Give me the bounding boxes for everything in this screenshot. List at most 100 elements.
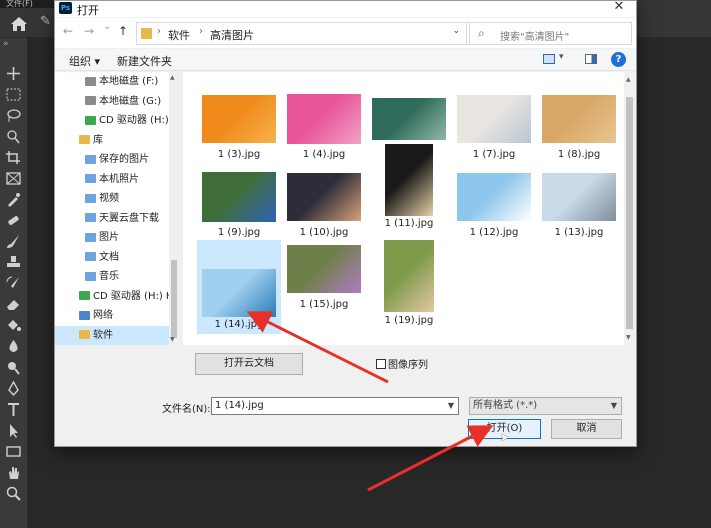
path-selection-tool-icon[interactable] xyxy=(5,423,22,438)
checkbox-box[interactable] xyxy=(376,359,386,369)
sidebar-item[interactable]: 库 xyxy=(55,131,169,150)
pictures-icon xyxy=(85,232,96,242)
lasso-tool-icon[interactable] xyxy=(5,108,22,123)
sidebar-item-label: 图片 xyxy=(99,232,119,243)
sidebar-item[interactable]: 保存的图片 xyxy=(55,150,169,169)
dodge-tool-icon[interactable] xyxy=(5,360,22,375)
sidebar-item-label: 网络 xyxy=(93,310,113,321)
address-bar[interactable]: › 软件 › 高清图片 ⌄ xyxy=(136,22,467,45)
dialog-title: 打开 xyxy=(77,4,99,17)
sidebar-item-label: 本地磁盘 (F:) xyxy=(99,76,159,87)
new-folder-button[interactable]: 新建文件夹 xyxy=(117,53,172,69)
paint-bucket-tool-icon[interactable] xyxy=(5,318,22,333)
file-thumbnail xyxy=(372,98,446,140)
sidebar-item[interactable]: 本地磁盘 (F:) xyxy=(55,72,169,91)
sidebar-item[interactable]: 图片 xyxy=(55,228,169,247)
back-icon[interactable]: ← xyxy=(63,24,73,38)
breadcrumb-item[interactable]: 软件 xyxy=(168,27,190,43)
sidebar-item[interactable]: 软件 xyxy=(55,325,169,345)
help-icon[interactable]: ? xyxy=(611,52,626,67)
filename-value: 1 (14).jpg xyxy=(215,400,264,411)
preview-pane-icon[interactable] xyxy=(585,54,597,64)
quick-select-tool-icon[interactable] xyxy=(5,129,22,144)
file-name: 1 (12).jpg xyxy=(469,227,519,238)
organize-menu[interactable]: 组织 ▾ xyxy=(69,53,100,69)
sidebar-item-label: 软件 xyxy=(93,329,113,341)
file-item[interactable]: 1 (13).jpg xyxy=(537,168,621,252)
eraser-tool-icon[interactable] xyxy=(5,297,22,312)
collapse-toolbar-icon[interactable]: » xyxy=(3,39,9,49)
view-options-dropdown-icon[interactable]: ▾ xyxy=(559,52,564,62)
sidebar-item[interactable]: CD 驱动器 (H:) H xyxy=(55,287,169,306)
brush-tool-icon[interactable] xyxy=(5,234,22,249)
file-item[interactable]: 1 (7).jpg xyxy=(452,90,536,174)
image-sequence-checkbox[interactable]: 图像序列 xyxy=(376,356,428,371)
file-name: 1 (3).jpg xyxy=(217,149,261,160)
sidebar-item[interactable]: 音乐 xyxy=(55,267,169,286)
zoom-tool-icon[interactable] xyxy=(5,486,22,501)
drive-icon xyxy=(85,96,96,105)
drive-icon xyxy=(85,76,96,86)
file-thumbnail xyxy=(202,95,276,143)
scrollbar-thumb[interactable] xyxy=(171,260,177,338)
chevron-down-icon[interactable]: ⌄ xyxy=(452,26,460,36)
scroll-down-icon[interactable]: ▼ xyxy=(170,336,175,343)
eyedropper-tool-icon[interactable] xyxy=(5,192,22,207)
frame-tool-icon[interactable] xyxy=(5,171,22,186)
close-icon[interactable]: ✕ xyxy=(602,0,636,17)
sidebar-item[interactable]: 文档 xyxy=(55,248,169,267)
recent-locations-dropdown-icon[interactable]: ⌄ xyxy=(103,21,111,32)
file-thumbnail xyxy=(542,95,616,143)
history-brush-tool-icon[interactable] xyxy=(5,276,22,291)
filename-input[interactable]: 1 (14).jpg ▼ xyxy=(211,397,459,415)
file-thumbnail xyxy=(385,144,433,216)
file-item[interactable]: 1 (12).jpg xyxy=(452,168,536,252)
file-item[interactable]: 1 (19).jpg xyxy=(367,240,451,326)
sidebar-item[interactable]: 网络 xyxy=(55,306,169,325)
file-list-scrollbar[interactable]: ▲ ▼ xyxy=(624,72,636,345)
sidebar-item[interactable]: CD 驱动器 (H:) xyxy=(55,111,169,130)
file-item[interactable]: 1 (3).jpg xyxy=(197,90,281,174)
move-tool-icon[interactable] xyxy=(5,66,22,81)
scrollbar-thumb[interactable] xyxy=(626,97,633,329)
marquee-tool-icon[interactable] xyxy=(5,87,22,102)
sidebar-item[interactable]: 本地磁盘 (G:) xyxy=(55,92,169,111)
file-type-filter[interactable]: 所有格式 (*.*) ▼ xyxy=(469,397,622,415)
music-icon xyxy=(85,271,96,281)
file-item[interactable]: 1 (15).jpg xyxy=(282,240,366,324)
scroll-up-icon[interactable]: ▲ xyxy=(626,76,631,83)
type-tool-icon[interactable] xyxy=(5,402,22,417)
file-item[interactable]: 1 (14).jpg xyxy=(197,240,281,334)
file-name: 1 (7).jpg xyxy=(472,149,516,160)
up-folder-icon[interactable]: ↑ xyxy=(118,24,128,38)
chevron-down-icon[interactable]: ▼ xyxy=(611,398,617,414)
scroll-up-icon[interactable]: ▲ xyxy=(170,74,175,81)
sidebar-item[interactable]: 天翼云盘下载 xyxy=(55,209,169,228)
scroll-down-icon[interactable]: ▼ xyxy=(626,334,631,341)
clone-stamp-tool-icon[interactable] xyxy=(5,255,22,270)
hand-tool-icon[interactable] xyxy=(5,465,22,480)
sidebar-item[interactable]: 视频 xyxy=(55,189,169,208)
navigation-pane: ▲ ▼ 本地磁盘 (F:) 本地磁盘 (G:) CD 驱动器 (H:) 库保存的图片本… xyxy=(55,72,179,345)
chevron-down-icon[interactable]: ▼ xyxy=(448,398,454,414)
breadcrumb-item[interactable]: 高清图片 xyxy=(210,27,254,43)
search-input[interactable]: ⌕ 搜索"高清图片" xyxy=(469,22,632,45)
crop-tool-icon[interactable] xyxy=(5,150,22,165)
sidebar-item[interactable]: 本机照片 xyxy=(55,170,169,189)
navigation-pane-scrollbar[interactable]: ▲ ▼ xyxy=(169,72,179,345)
change-view-icon[interactable] xyxy=(543,54,555,64)
file-item[interactable]: 1 (4).jpg xyxy=(282,90,366,174)
pen-tool-icon[interactable] xyxy=(5,381,22,396)
breadcrumb-separator: › xyxy=(157,26,161,37)
file-item[interactable]: 1 (8).jpg xyxy=(537,90,621,174)
blur-tool-icon[interactable] xyxy=(5,339,22,354)
healing-brush-tool-icon[interactable] xyxy=(5,213,22,228)
open-cloud-document-button[interactable]: 打开云文档 xyxy=(195,353,303,375)
rectangle-tool-icon[interactable] xyxy=(5,444,22,459)
file-thumbnail xyxy=(202,269,276,317)
forward-icon[interactable]: → xyxy=(84,24,94,38)
cancel-button[interactable]: 取消 xyxy=(551,419,622,439)
menu-bar-fragment[interactable]: 文件(F) xyxy=(0,0,60,8)
home-icon[interactable] xyxy=(8,14,30,34)
file-thumbnail xyxy=(202,172,276,222)
